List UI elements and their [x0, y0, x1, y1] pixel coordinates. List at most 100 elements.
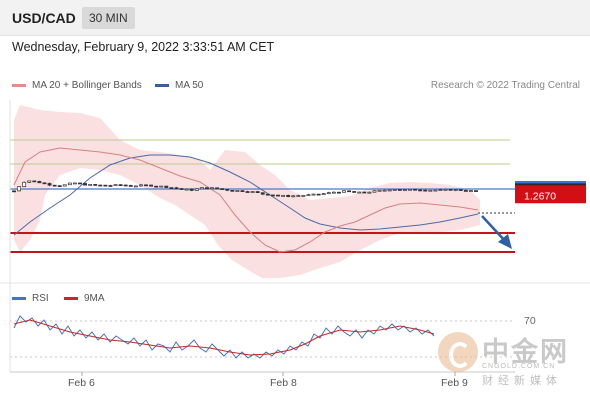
- candle-body: [154, 185, 159, 188]
- candle-body: [448, 189, 453, 191]
- candle-body: [347, 190, 352, 193]
- candle-body: [62, 184, 67, 187]
- candle-body: [387, 189, 392, 192]
- candle-body: [164, 185, 169, 188]
- candle: [265, 193, 270, 196]
- candle: [204, 187, 209, 190]
- candle-body: [438, 189, 443, 191]
- candle: [408, 188, 412, 191]
- candle-body: [245, 191, 250, 193]
- candle: [98, 184, 103, 187]
- candle: [255, 190, 260, 194]
- candle: [362, 191, 367, 194]
- candle: [22, 181, 27, 188]
- candle-body: [296, 195, 301, 197]
- candle: [413, 188, 418, 191]
- ma9-swatch: [64, 297, 78, 300]
- candle: [240, 190, 245, 192]
- candle: [433, 189, 438, 192]
- candle-body: [402, 189, 407, 192]
- candle: [184, 188, 189, 191]
- candle: [281, 194, 286, 197]
- candle: [347, 190, 352, 193]
- candle: [336, 191, 341, 194]
- watermark-subtitle: 财经新媒体: [482, 374, 562, 387]
- rsi-level-70-label: 70: [524, 315, 536, 327]
- candle: [276, 194, 280, 197]
- candle-body: [78, 182, 82, 185]
- candle-body: [463, 190, 468, 192]
- candle-body: [210, 187, 214, 190]
- candle-body: [443, 189, 448, 191]
- candle-body: [93, 184, 98, 186]
- rsi-line: [13, 315, 435, 359]
- candle-body: [408, 188, 412, 191]
- candle-body: [174, 187, 179, 190]
- x-label-feb6: Feb 6: [68, 377, 95, 389]
- watermark-url: CNGOLD.COM.CN: [482, 363, 556, 370]
- candle: [448, 189, 453, 191]
- price-label-column: 1.27601.27401.27201.27011.26851.2670: [515, 179, 586, 204]
- candle: [377, 189, 382, 192]
- candle: [118, 184, 123, 186]
- candle-body: [357, 191, 362, 194]
- candle: [474, 190, 478, 192]
- candle-body: [138, 184, 143, 187]
- candle-body: [362, 191, 367, 194]
- candle: [37, 180, 42, 184]
- candle-body: [352, 191, 357, 193]
- candle: [392, 189, 397, 191]
- candle-body: [331, 191, 336, 194]
- candle: [321, 193, 326, 196]
- candle: [17, 186, 22, 192]
- candle: [169, 187, 174, 189]
- candle: [164, 185, 169, 189]
- candle-body: [230, 189, 235, 192]
- candle-body: [88, 184, 93, 186]
- candle: [331, 191, 336, 194]
- candle-body: [27, 180, 32, 183]
- candle: [306, 193, 311, 197]
- candle: [458, 189, 463, 191]
- candle: [88, 183, 93, 186]
- candle-body: [428, 189, 433, 192]
- candle-body: [37, 181, 42, 184]
- candle-body: [194, 188, 199, 191]
- candle: [397, 189, 402, 191]
- candle-body: [260, 192, 265, 195]
- candle-body: [118, 184, 123, 186]
- watermark: 中金网 CNGOLD.COM.CN 财经新媒体: [438, 330, 588, 392]
- candle-body: [468, 190, 473, 192]
- candle-body: [204, 187, 209, 190]
- candle-body: [418, 189, 423, 192]
- candle: [108, 184, 113, 187]
- candle-body: [301, 195, 306, 197]
- candle: [12, 190, 16, 193]
- candle: [423, 189, 428, 192]
- candle-body: [326, 192, 331, 195]
- candle-body: [108, 185, 113, 187]
- candle-body: [215, 187, 220, 190]
- candle-body: [144, 184, 148, 187]
- candle-body: [149, 184, 154, 187]
- candle: [387, 189, 392, 192]
- candle: [52, 184, 57, 187]
- candle-body: [47, 183, 52, 186]
- candle-body: [397, 189, 402, 191]
- candle-body: [306, 194, 311, 197]
- candle: [179, 188, 184, 190]
- candle: [270, 194, 275, 197]
- legend-9ma: 9MA: [64, 293, 105, 304]
- candle-body: [72, 182, 77, 185]
- candle-body: [42, 182, 47, 185]
- candle-body: [189, 188, 194, 191]
- candle: [113, 184, 118, 186]
- candle-body: [270, 194, 275, 197]
- candle-body: [458, 189, 463, 191]
- candle: [123, 184, 128, 187]
- candle: [428, 189, 433, 192]
- price-tag-1-2670: 1.2670: [515, 187, 586, 204]
- candle-body: [453, 189, 458, 191]
- candle-body: [367, 191, 372, 194]
- candle: [128, 184, 133, 187]
